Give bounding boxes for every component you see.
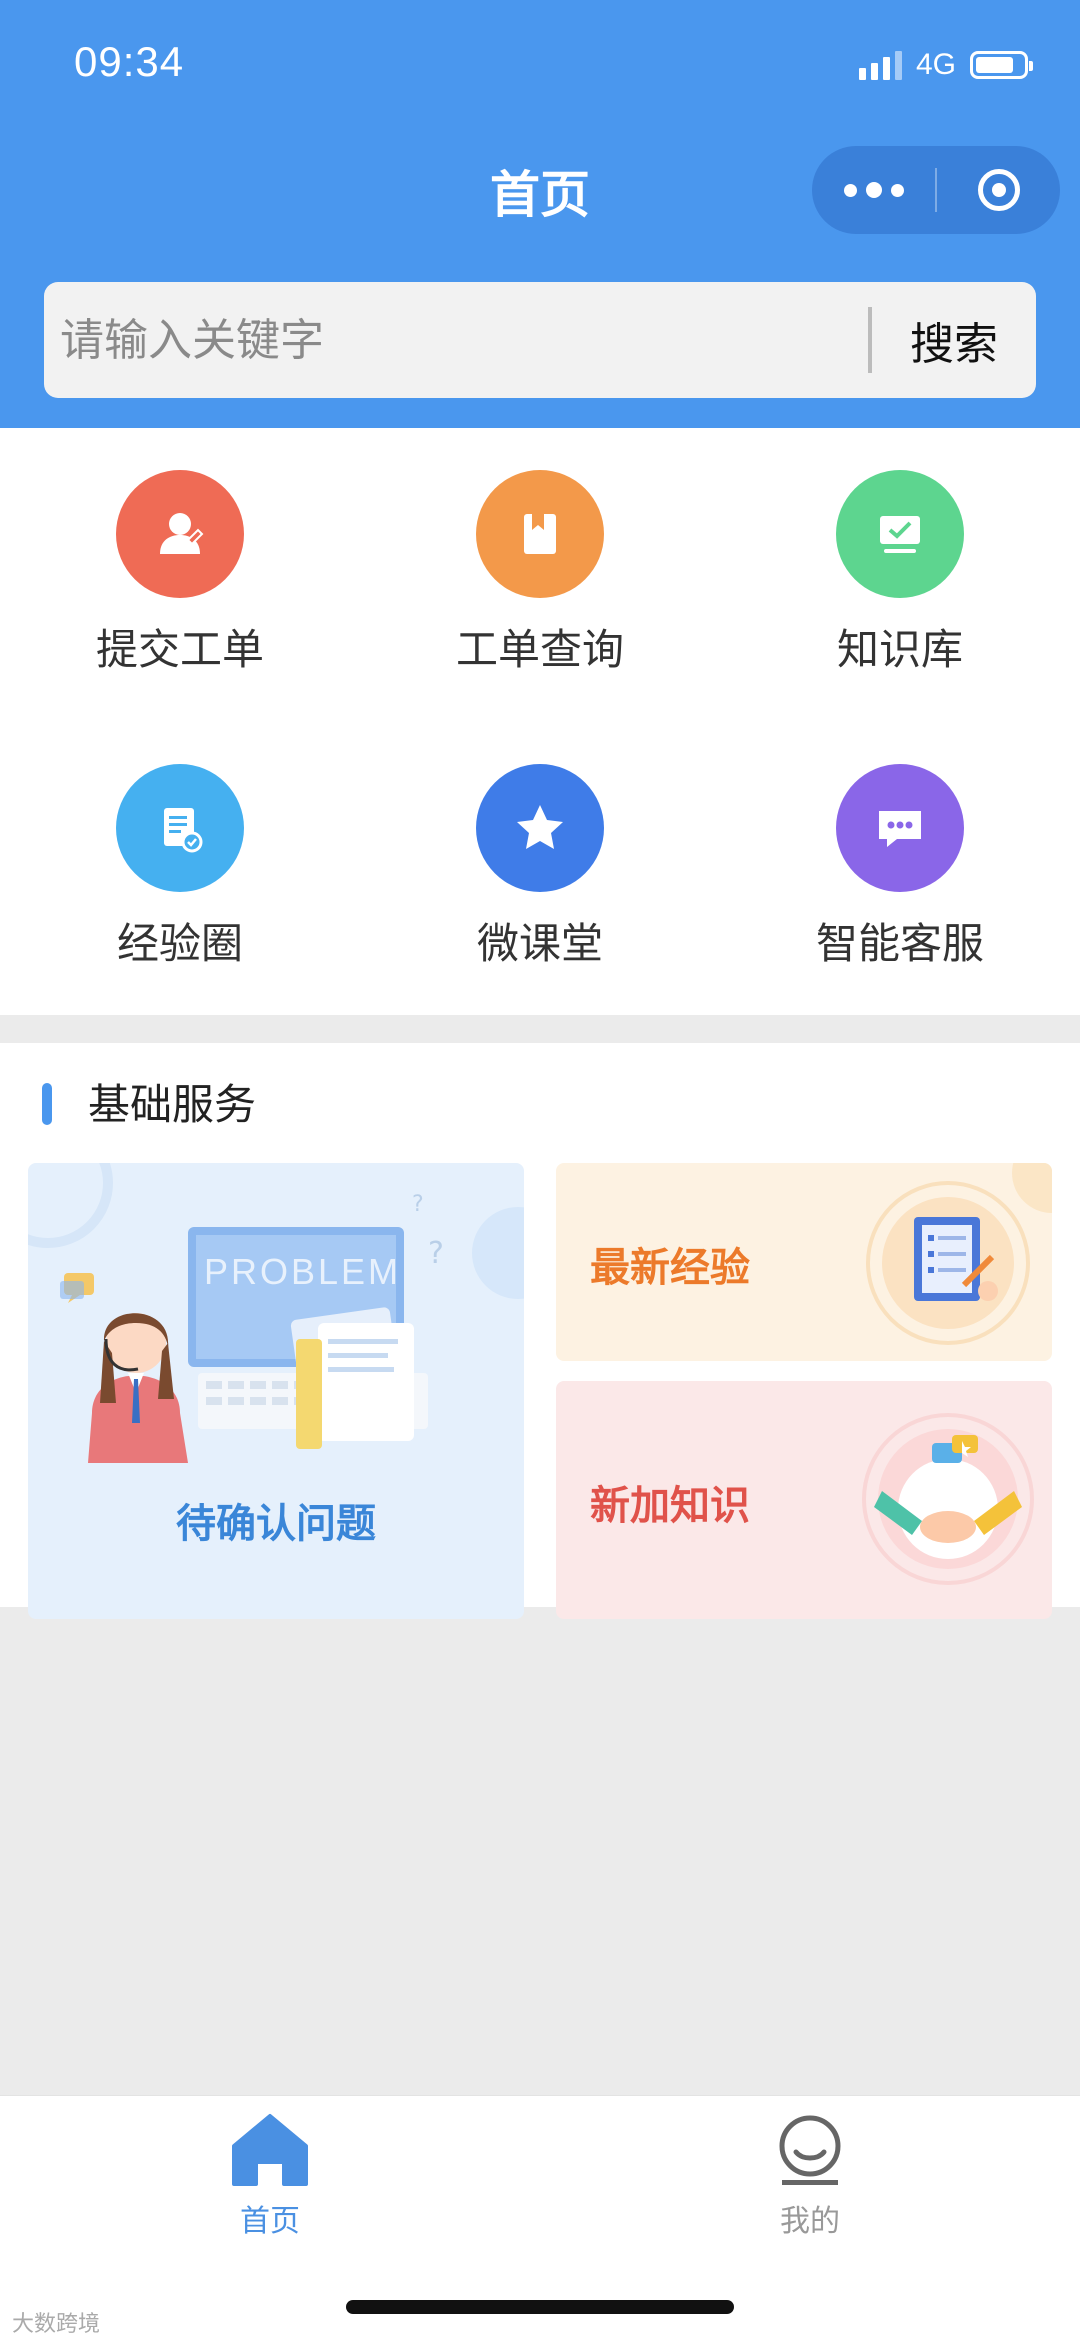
- tab-mine-label: 我的: [780, 2204, 840, 2239]
- feature-grid: 提交工单 工单查询 知识库 经验圈 微课堂 智能客服: [0, 428, 1080, 1015]
- grid-label: 智能客服: [815, 919, 984, 968]
- grid-item-experience-circle[interactable]: 经验圈: [0, 764, 360, 971]
- tab-home-label: 首页: [240, 2204, 300, 2239]
- tab-home[interactable]: 首页: [0, 2112, 540, 2240]
- latest-experience-label: 最新经验: [590, 1245, 750, 1291]
- section-title: 基础服务: [88, 1080, 257, 1129]
- network-type: 4G: [915, 48, 956, 81]
- basic-services-section: 基础服务 ? ? PROBLEM 待确认问题 最新经验 新加知识: [0, 1043, 1080, 1619]
- star-icon: [476, 764, 604, 892]
- handshake-illustration: [862, 1413, 1034, 1585]
- pending-problems-label: 待确认问题: [176, 1501, 376, 1547]
- user-icon: [116, 470, 244, 598]
- pending-problems-card[interactable]: ? ? PROBLEM 待确认问题: [28, 1163, 524, 1619]
- grid-item-smart-service[interactable]: 智能客服: [720, 764, 1080, 971]
- checklist-illustration: [866, 1163, 1052, 1345]
- section-accent-bar: [42, 1083, 52, 1125]
- problem-screen-text: PROBLEM: [204, 1251, 402, 1292]
- target-icon: [977, 169, 1020, 211]
- status-time: 09:34: [74, 38, 185, 85]
- tab-mine[interactable]: 我的: [540, 2112, 1080, 2240]
- signal-icon: [858, 50, 902, 80]
- customer-service-illustration: ? ?: [28, 1163, 524, 1463]
- grid-label: 经验圈: [116, 919, 243, 968]
- battery-icon: [970, 51, 1033, 79]
- mini-program-capsule: [812, 146, 1060, 234]
- new-knowledge-card[interactable]: 新加知识: [556, 1381, 1052, 1619]
- grid-label: 微课堂: [476, 919, 603, 968]
- search-input[interactable]: [44, 281, 868, 399]
- svg-text:?: ?: [412, 1192, 424, 1217]
- profile-icon: [779, 2115, 841, 2185]
- app-header: 09:34 4G 首页 搜索: [0, 0, 1080, 428]
- grid-item-submit-ticket[interactable]: 提交工单: [0, 470, 360, 677]
- status-indicators: 4G: [858, 44, 1033, 86]
- search-bar: 搜索: [44, 281, 1036, 399]
- search-button[interactable]: 搜索: [872, 308, 1036, 372]
- grid-label: 提交工单: [95, 625, 264, 674]
- svg-text:?: ?: [428, 1236, 444, 1271]
- grid-label: 工单查询: [455, 625, 624, 674]
- monitor-check-icon: [836, 470, 964, 598]
- new-knowledge-label: 新加知识: [590, 1483, 750, 1529]
- close-button[interactable]: [937, 169, 1060, 211]
- grid-item-knowledge-base[interactable]: 知识库: [720, 470, 1080, 677]
- grid-label: 知识库: [836, 625, 963, 674]
- home-icon: [232, 2114, 308, 2186]
- watermark: 大数跨境: [12, 2312, 101, 2337]
- latest-experience-card[interactable]: 最新经验: [556, 1163, 1052, 1361]
- grid-item-micro-class[interactable]: 微课堂: [360, 764, 720, 971]
- chat-bubble-icon: [836, 764, 964, 892]
- grid-item-ticket-query[interactable]: 工单查询: [360, 470, 720, 677]
- home-indicator: [346, 2300, 734, 2314]
- more-button[interactable]: [812, 182, 935, 198]
- document-check-icon: [116, 764, 244, 892]
- book-icon: [476, 470, 604, 598]
